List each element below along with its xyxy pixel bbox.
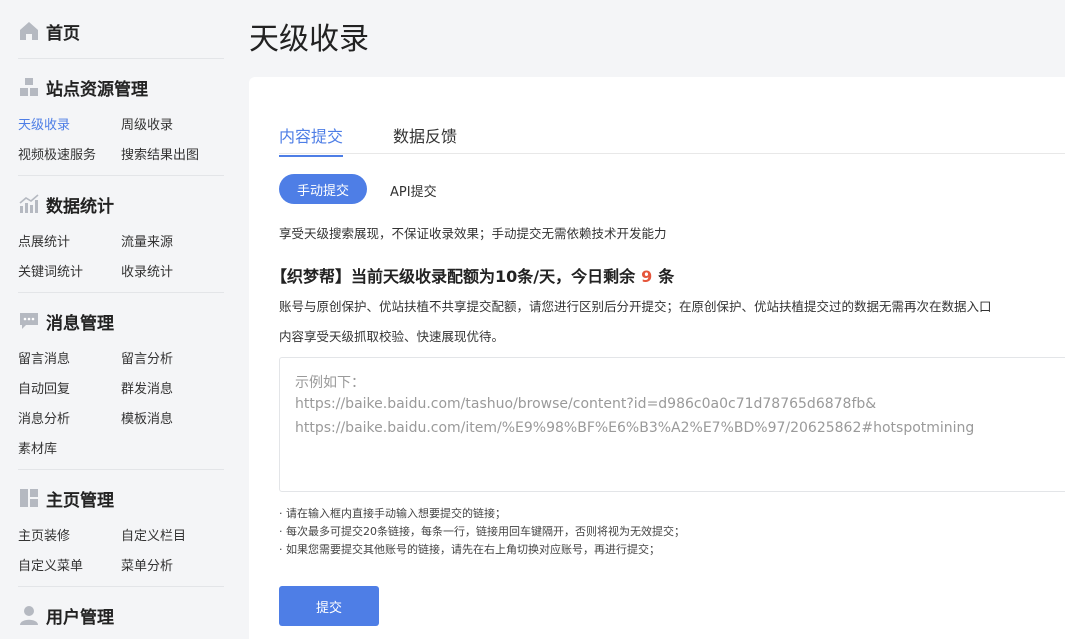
sidebar-item-comments[interactable]: 留言消息: [18, 348, 70, 367]
divider: [18, 292, 224, 293]
sidebar-item-menu-analysis[interactable]: 菜单分析: [121, 555, 173, 574]
sidebar-item-message-analysis[interactable]: 消息分析: [18, 408, 70, 427]
sidebar-item-template-message[interactable]: 模板消息: [121, 408, 173, 427]
sidebar-item-material-library[interactable]: 素材库: [18, 438, 57, 457]
mode-description: 享受天级搜索展现，不保证收录效果；手动提交无需依赖技术开发能力: [279, 226, 667, 241]
quota-note-line-1: 账号与原创保护、优站扶植不共享提交配额，请您进行区别后分开提交；在原创保护、优站…: [279, 299, 992, 314]
group-user: 用户管理: [18, 603, 114, 628]
placeholder-line: https://baike.baidu.com/item/%E9%98%BF%E…: [295, 420, 975, 436]
tab-bar: 内容提交 数据反馈: [279, 123, 1065, 157]
sidebar-home-label: 首页: [46, 23, 80, 44]
sidebar-item-traffic-source[interactable]: 流量来源: [121, 231, 173, 250]
group-stats: 数据统计: [18, 192, 114, 217]
content-card: 内容提交 数据反馈 手动提交 API提交 享受天级搜索展现，不保证收录效果；手动…: [249, 77, 1065, 639]
quota-suffix: 条: [658, 267, 675, 286]
sidebar-item-custom-menu[interactable]: 自定义菜单: [18, 555, 83, 574]
hint-line: · 请在输入框内直接手动输入想要提交的链接；: [279, 507, 506, 520]
site-resource-icon: [18, 76, 40, 98]
homepage-manage-icon: [18, 487, 40, 509]
user-icon: [18, 604, 40, 626]
placeholder-line: 示例如下：: [295, 375, 365, 391]
sidebar-item-weekly-index[interactable]: 周级收录: [121, 114, 173, 133]
group-site-resource: 站点资源管理: [18, 75, 148, 100]
api-submit-button[interactable]: API提交: [390, 181, 437, 200]
stats-icon: [18, 193, 40, 215]
hint-line: · 每次最多可提交20条链接，每条一行，链接用回车键隔开，否则将视为无效提交；: [279, 525, 685, 538]
divider: [18, 58, 224, 59]
sidebar-item-auto-reply[interactable]: 自动回复: [18, 378, 70, 397]
group-title: 数据统计: [46, 196, 114, 217]
divider: [18, 175, 224, 176]
sidebar-item-index-stats[interactable]: 收录统计: [121, 261, 173, 280]
sidebar-item-impression-stats[interactable]: 点展统计: [18, 231, 70, 250]
quota-prefix: 【织梦帮】当前天级收录配额为10条/天，今日剩余: [271, 267, 636, 286]
group-title: 主页管理: [46, 490, 114, 511]
placeholder-line: https://baike.baidu.com/tashuo/browse/co…: [295, 396, 877, 412]
divider: [18, 586, 224, 587]
message-icon: [18, 310, 40, 332]
group-message: 消息管理: [18, 309, 114, 334]
page-title: 天级收录: [249, 22, 369, 57]
manual-submit-button[interactable]: 手动提交: [279, 174, 367, 204]
sidebar-item-search-image[interactable]: 搜索结果出图: [121, 144, 199, 163]
sidebar-home[interactable]: 首页: [18, 18, 80, 44]
sidebar: 首页 站点资源管理 天级收录 周级收录 视频极速服务 搜索结果出图 数据统计 点…: [0, 0, 240, 639]
sidebar-item-broadcast[interactable]: 群发消息: [121, 378, 173, 397]
sidebar-item-keyword-stats[interactable]: 关键词统计: [18, 261, 83, 280]
submit-button[interactable]: 提交: [279, 586, 379, 626]
quota-heading: 【织梦帮】当前天级收录配额为10条/天，今日剩余 9 条: [271, 263, 674, 287]
quota-remaining-count: 9: [641, 267, 653, 286]
sidebar-item-homepage-decor[interactable]: 主页装修: [18, 525, 70, 544]
tab-data-feedback[interactable]: 数据反馈: [393, 123, 457, 155]
divider: [18, 469, 224, 470]
sidebar-item-comment-analysis[interactable]: 留言分析: [121, 348, 173, 367]
group-title: 消息管理: [46, 313, 114, 334]
group-title: 用户管理: [46, 607, 114, 628]
tab-content-submit[interactable]: 内容提交: [279, 123, 344, 157]
sidebar-item-daily-index[interactable]: 天级收录: [18, 114, 70, 133]
group-homepage: 主页管理: [18, 486, 114, 511]
quota-note-line-2: 内容享受天级抓取校验、快速展现优待。: [279, 329, 505, 344]
home-icon: [18, 20, 40, 42]
sidebar-item-custom-column[interactable]: 自定义栏目: [121, 525, 186, 544]
sidebar-item-video-service[interactable]: 视频极速服务: [18, 144, 96, 163]
group-title: 站点资源管理: [46, 79, 148, 100]
url-input-textarea[interactable]: 示例如下： https://baike.baidu.com/tashuo/bro…: [279, 357, 1065, 492]
hint-line: · 如果您需要提交其他账号的链接，请先在右上角切换对应账号，再进行提交；: [279, 543, 660, 556]
